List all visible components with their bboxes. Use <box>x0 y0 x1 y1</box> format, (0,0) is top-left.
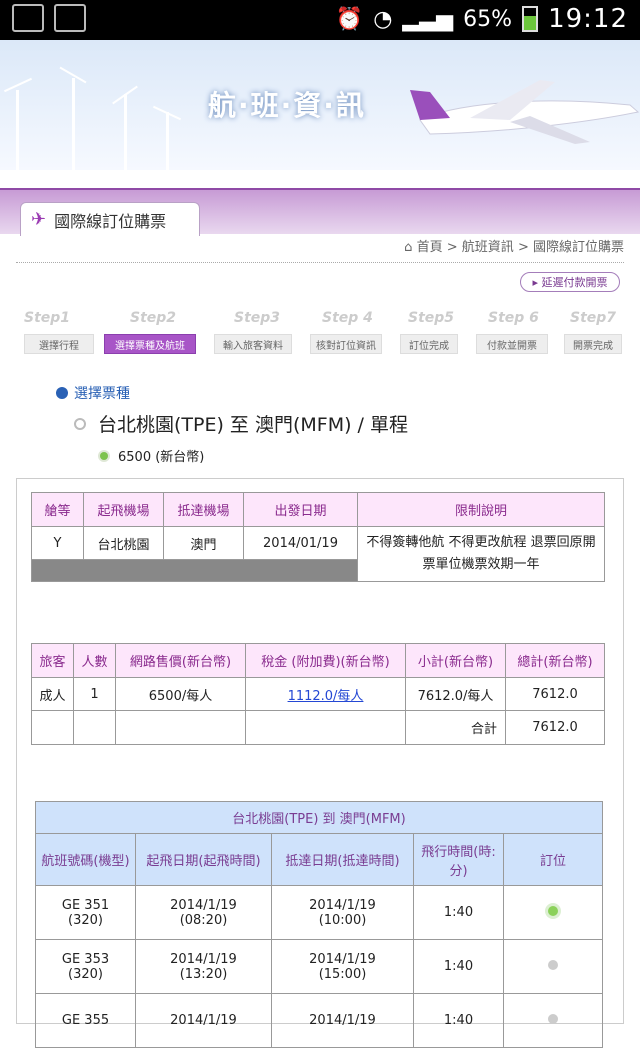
tab-area: ✈ 國際線訂位購票 <box>0 188 640 236</box>
fare-rule-table: 艙等 起飛機場 抵達機場 出發日期 限制說明 Y 台北桃園 澳門 2014/01… <box>31 492 605 582</box>
fare-radio[interactable] <box>100 451 108 460</box>
flight-table: 台北桃園(TPE) 到 澳門(MFM) 航班號碼(機型) 起飛日期(起飛時間) … <box>35 801 603 1048</box>
th-passenger: 旅客 <box>31 643 74 678</box>
th-date: 出發日期 <box>243 492 358 527</box>
result-panel: 艙等 起飛機場 抵達機場 出發日期 限制說明 Y 台北桃園 澳門 2014/01… <box>16 478 624 1048</box>
fare-option[interactable]: 6500 (新台幣) <box>100 446 204 465</box>
breadcrumb-flight-info[interactable]: 航班資訊 <box>462 240 514 255</box>
cell-passenger: 成人 <box>31 677 74 711</box>
cell-departure: 台北桃園 <box>83 526 164 560</box>
th-flight: 航班號碼(機型) <box>35 833 136 886</box>
th-price: 網路售價(新台幣) <box>115 643 246 678</box>
step-1: Step1 選擇行程 <box>24 310 94 354</box>
cell-arrival: 澳門 <box>163 526 244 560</box>
th-book: 訂位 <box>503 833 603 886</box>
signal-icon: ▂▃▅ <box>402 6 454 32</box>
tax-link[interactable]: 1112.0/每人 <box>288 689 364 704</box>
gallery-icon <box>12 4 44 32</box>
cell-total: 7612.0 <box>505 677 605 711</box>
home-icon: ⌂ <box>404 240 413 255</box>
step-label: 付款並開票 <box>476 334 548 354</box>
price-table: 旅客 人數 網路售價(新台幣) 稅金 (附加費)(新台幣) 小計(新台幣) 總計… <box>31 643 605 745</box>
cell-class: Y <box>31 526 84 560</box>
total-value: 7612.0 <box>505 710 605 745</box>
arrow-icon: ▸ <box>532 275 542 289</box>
step-label: 開票完成 <box>564 334 622 354</box>
tab-label: 國際線訂位購票 <box>54 211 167 231</box>
step-label: 輸入旅客資料 <box>214 334 292 354</box>
pay-later-button[interactable]: ▸ 延遲付款開票 <box>520 272 620 292</box>
divider <box>16 262 624 263</box>
tab-international-booking[interactable]: ✈ 國際線訂位購票 <box>20 202 200 236</box>
gray-bar <box>31 559 358 582</box>
book-radio-selected[interactable] <box>548 906 558 916</box>
th-arrive-time: 抵達日期(抵達時間) <box>271 833 414 886</box>
step-5: Step5 訂位完成 <box>400 310 458 354</box>
flight-table-title: 台北桃園(TPE) 到 澳門(MFM) <box>35 801 603 834</box>
clock: 19:12 <box>548 4 628 34</box>
section-title-text: 選擇票種 <box>74 386 130 402</box>
cell-date: 2014/01/19 <box>243 526 358 560</box>
airplane-icon <box>410 80 640 144</box>
battery-icon <box>522 6 539 32</box>
th-depart-time: 起飛日期(起飛時間) <box>135 833 272 886</box>
step-7: Step7 開票完成 <box>564 310 622 354</box>
fare-text: 6500 (新台幣) <box>118 450 205 465</box>
alarm-icon: ⏰ <box>335 6 364 32</box>
th-count: 人數 <box>73 643 116 678</box>
th-subtotal: 小計(新台幣) <box>405 643 506 678</box>
step-label: 核對訂位資訊 <box>310 334 382 354</box>
step-6: Step 6 付款並開票 <box>476 310 548 354</box>
breadcrumb-separator: > <box>446 240 458 255</box>
flight-row: GE 353 (320) 2014/1/19 (13:20) 2014/1/19 (1… <box>35 939 603 994</box>
total-label: 合計 <box>405 710 506 745</box>
voicemail-icon <box>54 4 86 32</box>
plane-tab-icon: ✈ <box>31 209 47 230</box>
flight-row: GE 351 (320) 2014/1/19 (08:20) 2014/1/19 (1… <box>35 885 603 940</box>
play-icon <box>56 387 68 399</box>
flight-row: GE 355 2014/1/19 2014/1/19 1:40 <box>35 993 603 1048</box>
step-4: Step 4 核對訂位資訊 <box>310 310 382 354</box>
wifi-icon: ◔ <box>373 6 393 32</box>
banner: 航·班·資·訊 <box>0 40 640 170</box>
step-3: Step3 輸入旅客資料 <box>214 310 292 354</box>
book-radio[interactable] <box>548 1014 558 1024</box>
cell-rules: 不得簽轉他航 不得更改航程 退票回原開票單位機票效期一年 <box>357 526 605 582</box>
route-text: 台北桃園(TPE) 至 澳門(MFM) / 單程 <box>98 414 408 436</box>
th-class: 艙等 <box>31 492 84 527</box>
banner-title: 航·班·資·訊 <box>208 89 366 122</box>
cell-price: 6500/每人 <box>115 677 246 711</box>
breadcrumb-home[interactable]: 首頁 <box>417 240 443 255</box>
breadcrumb-separator: > <box>517 240 529 255</box>
booking-steps: Step1 選擇行程 Step2 選擇票種及航班 Step3 輸入旅客資料 Step … <box>24 310 624 370</box>
section-title: 選擇票種 <box>56 383 130 403</box>
th-departure: 起飛機場 <box>83 492 164 527</box>
step-2: Step2 選擇票種及航班 <box>104 310 196 354</box>
th-rules: 限制說明 <box>357 492 605 527</box>
pay-later-label: 延遲付款開票 <box>541 276 608 289</box>
cell-subtotal: 7612.0/每人 <box>405 677 506 711</box>
th-total: 總計(新台幣) <box>505 643 605 678</box>
breadcrumb-current: 國際線訂位購票 <box>532 240 624 255</box>
route-option[interactable]: 台北桃園(TPE) 至 澳門(MFM) / 單程 <box>74 410 408 437</box>
step-label: 訂位完成 <box>400 334 458 354</box>
tax-cell: 1112.0/每人 <box>245 677 406 711</box>
route-radio[interactable] <box>74 417 86 430</box>
th-arrival: 抵達機場 <box>163 492 244 527</box>
th-tax: 稅金 (附加費)(新台幣) <box>245 643 406 678</box>
book-radio[interactable] <box>548 960 558 970</box>
step-label: 選擇行程 <box>24 334 94 354</box>
battery-percent: 65% <box>463 6 513 32</box>
cell-count: 1 <box>73 677 116 711</box>
breadcrumb: ⌂ 首頁 > 航班資訊 > 國際線訂位購票 <box>404 236 624 255</box>
status-bar: ⏰ ◔ ▂▃▅ 65% 19:12 <box>0 0 640 40</box>
step-label: 選擇票種及航班 <box>104 334 196 354</box>
th-duration: 飛行時間(時:分) <box>413 833 504 886</box>
